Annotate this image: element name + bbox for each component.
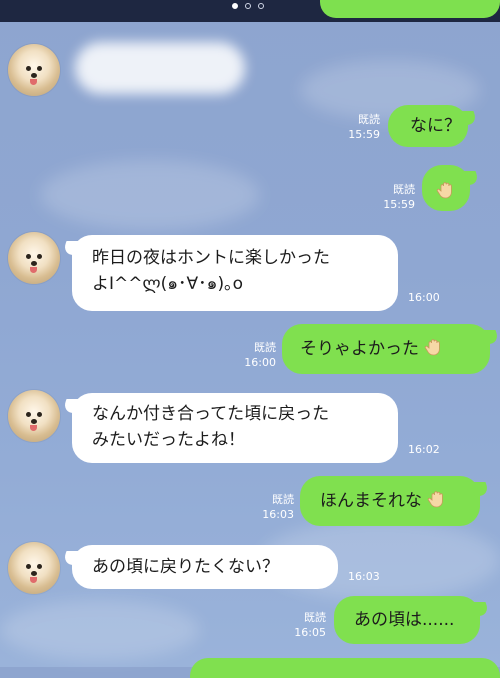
previous-message-bubble-edge — [320, 0, 500, 18]
message-time: 16:02 — [408, 443, 440, 456]
raised-hand-emoji-icon — [436, 177, 456, 203]
read-receipt: 既読 15:59 — [348, 113, 380, 141]
page-dot-1[interactable] — [232, 3, 238, 9]
outgoing-message[interactable] — [422, 165, 470, 211]
outgoing-message[interactable]: そりゃよかった — [282, 324, 490, 374]
read-receipt: 既読 16:00 — [244, 341, 276, 369]
contact-name-blurred — [75, 42, 245, 94]
raised-hand-emoji-icon — [424, 337, 444, 357]
next-message-bubble-edge — [190, 658, 500, 678]
read-receipt: 既読 16:03 — [262, 493, 294, 521]
outgoing-message[interactable]: なに？ — [388, 105, 468, 147]
incoming-message[interactable]: あの頃に戻りたくない？ — [72, 545, 338, 589]
contact-avatar[interactable] — [8, 390, 60, 442]
read-receipt: 既読 16:05 — [294, 611, 326, 639]
read-receipt: 既読 15:59 — [383, 183, 415, 211]
incoming-message[interactable]: 昨日の夜はホントに楽しかった よI^^ლ(๑･∀･๑)｡o — [72, 235, 398, 311]
page-dot-3[interactable] — [258, 3, 264, 9]
outgoing-message[interactable]: あの頃は...... — [334, 596, 480, 644]
contact-avatar[interactable] — [8, 542, 60, 594]
top-bar — [0, 0, 500, 22]
outgoing-message[interactable]: ほんまそれな — [300, 476, 480, 526]
raised-hand-emoji-icon — [427, 489, 447, 509]
message-time: 16:00 — [408, 291, 440, 304]
incoming-message[interactable]: なんか付き合ってた頃に戻った みたいだったよね！ — [72, 393, 398, 463]
contact-avatar[interactable] — [8, 232, 60, 284]
page-indicator — [232, 3, 264, 9]
page-dot-2[interactable] — [245, 3, 251, 9]
message-time: 16:03 — [348, 570, 380, 583]
contact-avatar[interactable] — [8, 44, 60, 96]
